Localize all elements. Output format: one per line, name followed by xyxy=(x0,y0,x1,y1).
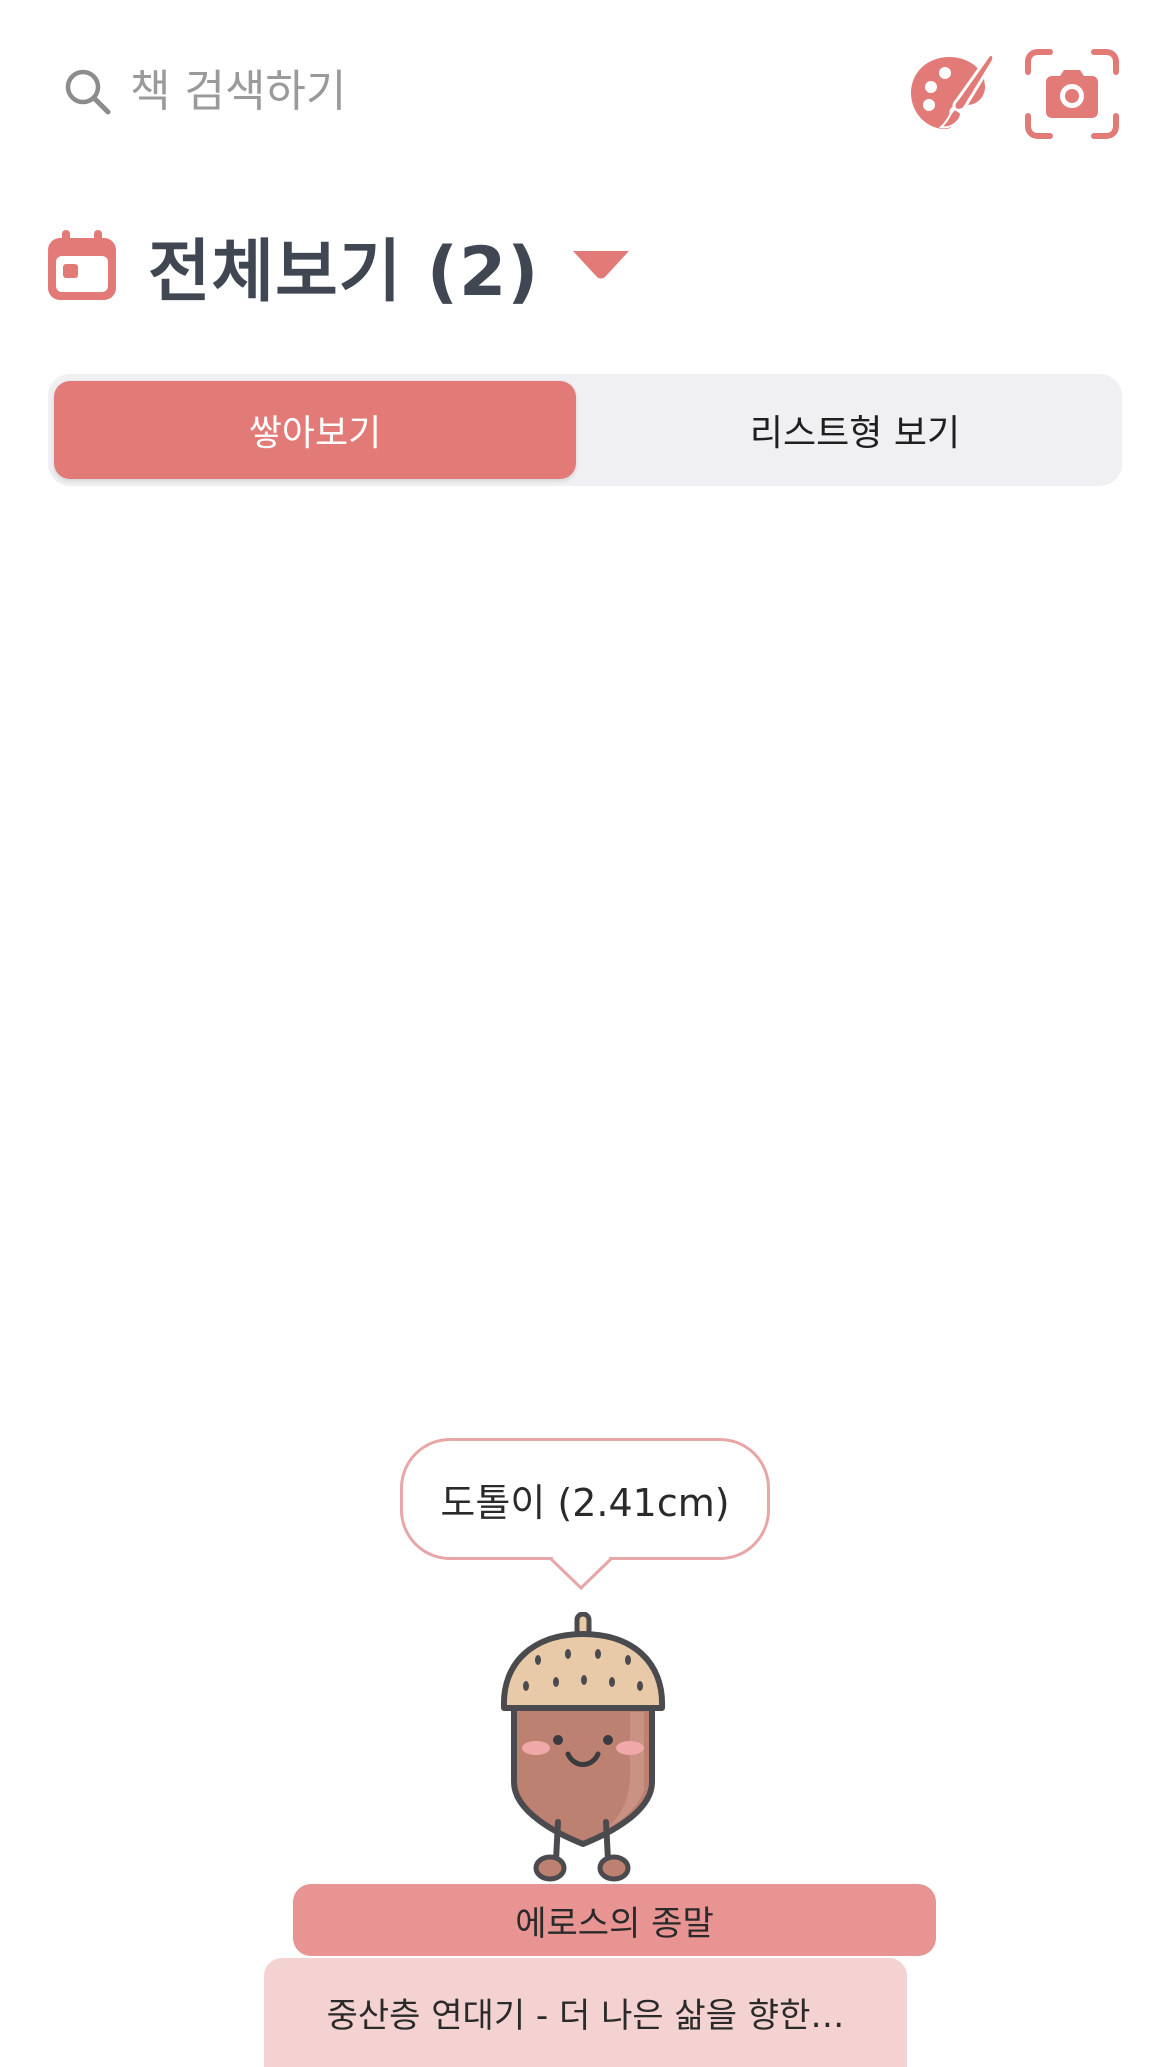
speech-bubble-tail xyxy=(550,1556,612,1591)
book-spine[interactable]: 에로스의 종말 xyxy=(293,1884,936,1956)
search-bar[interactable] xyxy=(62,56,822,126)
calendar-icon xyxy=(48,230,116,300)
tab-stack-view[interactable]: 쌓아보기 xyxy=(54,381,576,479)
book-spine[interactable]: 중산층 연대기 - 더 나은 삶을 향한… xyxy=(264,1958,907,2067)
view-mode-toggle: 쌓아보기 리스트형 보기 xyxy=(48,374,1122,486)
search-input[interactable] xyxy=(130,65,690,117)
page-title[interactable]: 전체보기 (2) xyxy=(148,216,539,315)
mascot-speech-bubble: 도톨이 (2.41cm) xyxy=(400,1438,770,1560)
palette-icon xyxy=(911,53,995,129)
page-header: 전체보기 (2) xyxy=(46,215,633,315)
tab-list-view[interactable]: 리스트형 보기 xyxy=(594,381,1116,479)
caret-down-icon[interactable] xyxy=(569,247,633,283)
search-icon xyxy=(65,69,111,115)
theme-button[interactable] xyxy=(900,44,1000,144)
camera-scan-button[interactable] xyxy=(1022,44,1122,144)
acorn-mascot-icon xyxy=(500,1612,666,1882)
camera-scan-icon xyxy=(1025,49,1119,139)
